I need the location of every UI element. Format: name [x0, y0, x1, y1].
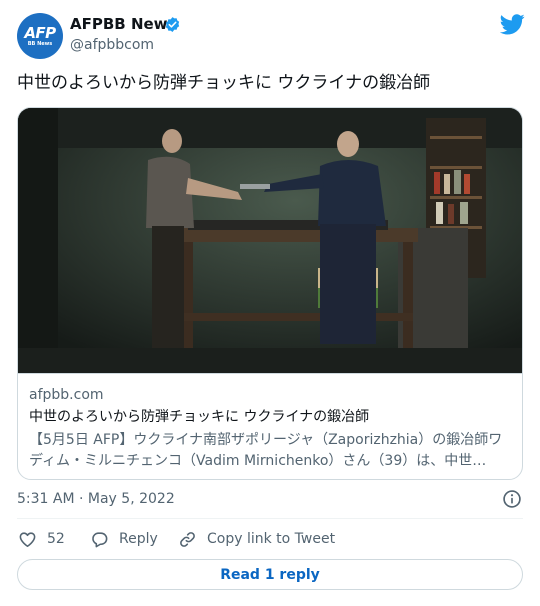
link-preview-card[interactable]: afpbb.com 中世のよろいから防弾チョッキに ウクライナの鍛冶師 【5月5… [17, 107, 523, 480]
info-icon[interactable] [502, 489, 522, 509]
reply-label: Reply [119, 531, 158, 547]
tweet-timestamp[interactable]: 5:31 AM · May 5, 2022 [17, 490, 175, 508]
like-button[interactable]: 52 [18, 529, 65, 549]
reply-button[interactable]: Reply [90, 529, 158, 549]
card-text-area[interactable]: afpbb.com 中世のよろいから防弾チョッキに ウクライナの鍛冶師 【5月5… [18, 373, 522, 479]
card-photo [18, 108, 522, 373]
heart-icon [19, 531, 36, 547]
avatar[interactable]: AFP BB News [17, 13, 63, 59]
verified-badge-icon [165, 17, 180, 32]
twitter-bird-icon[interactable] [500, 14, 525, 35]
copy-link-label: Copy link to Tweet [207, 531, 336, 547]
tweet-text: 中世のよろいから防弾チョッキに ウクライナの鍛冶師 [17, 73, 431, 93]
read-replies-button[interactable]: Read 1 reply [17, 559, 523, 590]
link-icon [180, 531, 195, 547]
reply-bubble-icon [92, 531, 108, 547]
author-handle[interactable]: @afpbbcom [70, 36, 154, 54]
divider [17, 518, 523, 519]
avatar-logo-text: AFP [24, 23, 56, 42]
like-count: 52 [47, 531, 65, 547]
avatar-logo-subtext: BB News [27, 40, 53, 47]
card-title: 中世のよろいから防弾チョッキに ウクライナの鍛冶師 [29, 409, 370, 425]
card-domain: afpbb.com [29, 387, 104, 403]
card-description: 【5月5日 AFP】ウクライナ南部ザポリージャ（Zaporizhzhia）の鍛冶… [29, 432, 503, 469]
copy-link-button[interactable]: Copy link to Tweet [178, 529, 335, 549]
author-name[interactable]: AFPBB News [70, 15, 176, 33]
